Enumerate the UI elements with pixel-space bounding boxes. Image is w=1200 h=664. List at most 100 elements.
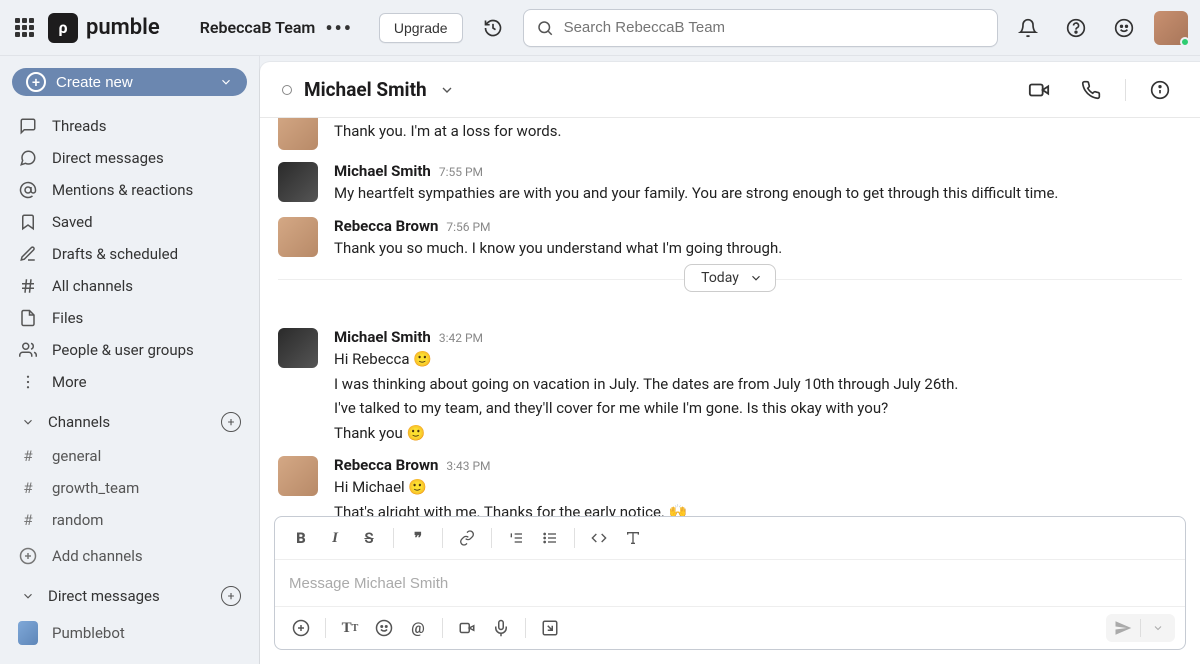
- message-text: I've talked to my team, and they'll cove…: [334, 397, 1182, 420]
- help-icon[interactable]: [1058, 10, 1094, 46]
- send-options-button[interactable]: [1141, 614, 1175, 642]
- channel-item[interactable]: # growth_team: [12, 472, 247, 504]
- format-toolbar: B I S ❞: [275, 517, 1185, 560]
- message-text: My heartfelt sympathies are with you and…: [334, 182, 1182, 205]
- main-panel: Michael Smith Rebecca Brown7:51 PMThank …: [260, 62, 1200, 664]
- italic-button[interactable]: I: [319, 523, 351, 553]
- channel-list: #general#growth_team#random: [12, 440, 247, 536]
- hash-icon: #: [18, 447, 38, 465]
- people-icon: [18, 341, 38, 359]
- conversation-title[interactable]: Michael Smith: [304, 78, 427, 101]
- message-avatar: [278, 162, 318, 202]
- info-icon[interactable]: [1142, 72, 1178, 108]
- plus-icon: +: [26, 72, 46, 92]
- search-input[interactable]: [564, 19, 985, 36]
- message-text: Hi Michael 🙂: [334, 476, 1182, 499]
- user-avatar[interactable]: [1154, 11, 1188, 45]
- message-row: Rebecca Brown7:51 PMThank you. I'm at a …: [278, 118, 1182, 156]
- channel-label: growth_team: [52, 479, 139, 497]
- search-icon: [536, 19, 554, 37]
- nav-all-channels[interactable]: All channels: [12, 270, 247, 302]
- shortcut-button[interactable]: [534, 613, 566, 643]
- channel-item[interactable]: #random: [12, 504, 247, 536]
- message-avatar: [278, 328, 318, 368]
- channel-item[interactable]: #general: [12, 440, 247, 472]
- history-icon[interactable]: [475, 10, 511, 46]
- strikethrough-button[interactable]: S: [353, 523, 385, 553]
- logo-mark: ρ: [48, 13, 78, 43]
- nav-more[interactable]: More: [12, 366, 247, 398]
- nav-label: Saved: [52, 213, 93, 231]
- message-text: Thank you 🙂: [334, 422, 1182, 445]
- brand-name: pumble: [86, 15, 160, 40]
- message-row: Rebecca Brown7:56 PMThank you so much. I…: [278, 211, 1182, 266]
- apps-grid-icon[interactable]: [12, 16, 36, 40]
- message-time: 7:56 PM: [446, 220, 490, 234]
- search-bar[interactable]: [523, 9, 998, 47]
- nav-label: Threads: [52, 117, 106, 135]
- quote-button[interactable]: ❞: [402, 523, 434, 553]
- message-list: Rebecca Brown7:51 PMThank you. I'm at a …: [260, 118, 1200, 516]
- nav-threads[interactable]: Threads: [12, 110, 247, 142]
- nav-drafts[interactable]: Drafts & scheduled: [12, 238, 247, 270]
- bold-button[interactable]: B: [285, 523, 317, 553]
- message-text: I was thinking about going on vacation i…: [334, 373, 1182, 396]
- nav-label: People & user groups: [52, 341, 194, 359]
- chevron-down-icon: [749, 271, 763, 285]
- text-format-button[interactable]: TT: [334, 613, 366, 643]
- workspace-menu-icon[interactable]: •••: [325, 16, 353, 40]
- phone-call-icon[interactable]: [1073, 72, 1109, 108]
- message-time: 3:42 PM: [439, 331, 483, 345]
- date-label: Today: [701, 270, 739, 286]
- message-row: Michael Smith7:55 PMMy heartfelt sympath…: [278, 156, 1182, 211]
- message-text: Thank you. I'm at a loss for words.: [334, 120, 1182, 143]
- more-icon: [18, 373, 38, 391]
- composer-bottom-toolbar: TT @: [275, 606, 1185, 649]
- add-dm-icon[interactable]: +: [221, 586, 241, 606]
- video-call-icon[interactable]: [1021, 72, 1057, 108]
- bullet-list-button[interactable]: [534, 523, 566, 553]
- attach-button[interactable]: [285, 613, 317, 643]
- dm-icon: [18, 149, 38, 167]
- video-attach-button[interactable]: [451, 613, 483, 643]
- hash-stack-icon: [18, 277, 38, 295]
- emoji-reactions-icon[interactable]: [1106, 10, 1142, 46]
- dm-item-pumblebot[interactable]: Pumblebot: [12, 614, 247, 652]
- emoji-button[interactable]: [368, 613, 400, 643]
- code-button[interactable]: [583, 523, 615, 553]
- send-button[interactable]: [1106, 614, 1140, 642]
- link-button[interactable]: [451, 523, 483, 553]
- code-block-button[interactable]: [617, 523, 649, 553]
- notifications-icon[interactable]: [1010, 10, 1046, 46]
- nav-label: Mentions & reactions: [52, 181, 193, 199]
- nav-saved[interactable]: Saved: [12, 206, 247, 238]
- add-channel-icon[interactable]: +: [221, 412, 241, 432]
- nav-label: Drafts & scheduled: [52, 245, 178, 263]
- nav-files[interactable]: Files: [12, 302, 247, 334]
- send-button-group: [1106, 614, 1175, 642]
- audio-record-button[interactable]: [485, 613, 517, 643]
- ordered-list-button[interactable]: [500, 523, 532, 553]
- top-bar: ρ pumble RebeccaB Team ••• Upgrade: [0, 0, 1200, 56]
- add-channels-item[interactable]: Add channels: [12, 540, 247, 572]
- channels-section-header[interactable]: Channels +: [12, 402, 247, 436]
- workspace-name[interactable]: RebeccaB Team •••: [200, 16, 353, 40]
- message-composer: B I S ❞ TT: [274, 516, 1186, 650]
- mention-button[interactable]: @: [402, 613, 434, 643]
- nav-direct-messages[interactable]: Direct messages: [12, 142, 247, 174]
- nav-people[interactable]: People & user groups: [12, 334, 247, 366]
- create-new-button[interactable]: + Create new: [12, 68, 247, 96]
- message-author: Rebecca Brown: [334, 456, 438, 474]
- message-input[interactable]: [275, 560, 1185, 606]
- presence-indicator: [1180, 37, 1190, 47]
- workspace-label: RebeccaB Team: [200, 18, 316, 37]
- date-pill[interactable]: Today: [684, 264, 776, 292]
- plus-circle-icon: [18, 547, 38, 565]
- chevron-down-icon[interactable]: [439, 82, 455, 98]
- nav-mentions[interactable]: Mentions & reactions: [12, 174, 247, 206]
- dms-section-header[interactable]: Direct messages +: [12, 576, 247, 610]
- composer-area: B I S ❞ TT: [260, 516, 1200, 664]
- hash-icon: #: [18, 479, 38, 497]
- upgrade-button[interactable]: Upgrade: [379, 13, 463, 43]
- nav-label: More: [52, 373, 87, 391]
